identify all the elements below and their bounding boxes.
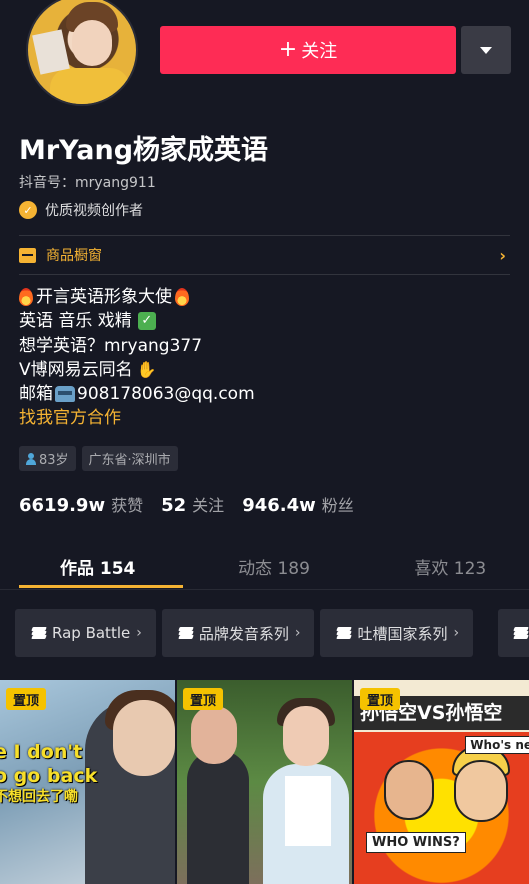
pinned-badge: 置顶: [183, 688, 224, 710]
plus-icon: +: [278, 37, 298, 62]
douyin-id: 抖音号：mryang911: [19, 175, 156, 191]
stack-icon: [31, 627, 47, 639]
nickname: MrYang杨家成英语: [19, 135, 269, 166]
playlist-chip-partial[interactable]: [498, 609, 529, 657]
playlist-label: Rap Battle: [52, 624, 131, 642]
divider: [19, 274, 510, 275]
followers-label[interactable]: 粉丝: [322, 492, 354, 516]
tab-works[interactable]: 作品 154: [19, 548, 184, 588]
follow-label: 关注: [301, 41, 338, 62]
location-tag: 广东省·深圳市: [81, 446, 178, 471]
shop-window-label: 商品橱窗: [46, 248, 102, 264]
shop-icon: [19, 247, 36, 263]
chevron-right-icon: ›: [499, 246, 506, 265]
follow-button[interactable]: + 关注: [160, 26, 456, 74]
speech-bubble: Who's ne: [465, 736, 529, 754]
video-thumbnail[interactable]: 置顶: [177, 680, 352, 884]
following-label[interactable]: 关注: [192, 492, 224, 516]
playlist-label: 吐槽国家系列: [357, 624, 448, 643]
person-icon: [26, 452, 36, 465]
check-circle-icon: ✓: [19, 201, 37, 219]
divider: [0, 589, 529, 590]
tab-likes[interactable]: 喜欢 123: [372, 548, 529, 588]
fire-icon: [175, 288, 189, 307]
content-tabs: 作品 154 动态 189 喜欢 123: [0, 548, 529, 588]
playlist-row: Rap Battle › 品牌发音系列 › 吐槽国家系列 ›: [15, 609, 479, 657]
shop-window-link[interactable]: 商品橱窗 ›: [19, 236, 510, 274]
bio-line: 开言英语形象大使: [36, 287, 172, 307]
stack-icon: [336, 627, 353, 639]
pinned-badge: 置顶: [360, 688, 401, 710]
bio-line: 邮箱: [19, 384, 53, 405]
likes-label: 获赞: [111, 496, 144, 515]
age-label: 83岁: [39, 453, 69, 468]
speech-bubble: WHO WINS?: [366, 832, 466, 853]
video-caption: e I don't o go back 不想回去了嘞: [0, 741, 98, 805]
avatar[interactable]: [26, 0, 138, 106]
video-thumbnail[interactable]: e I don't o go back 不想回去了嘞 置顶: [0, 680, 175, 884]
more-options-button[interactable]: [461, 26, 511, 74]
fire-icon: [19, 288, 33, 307]
video-thumbnail[interactable]: 孙悟空VS孙悟空 Who's ne WHO WINS? 置顶: [354, 680, 529, 884]
stack-icon: [513, 627, 529, 639]
profile-tags: 83岁 广东省·深圳市: [19, 446, 184, 471]
pinned-badge: 置顶: [6, 688, 47, 710]
playlist-chip[interactable]: Rap Battle ›: [15, 609, 156, 657]
chevron-right-icon: ›: [453, 625, 460, 641]
location-label: 广东省·深圳市: [88, 453, 171, 468]
video-grid: e I don't o go back 不想回去了嘞 置顶 置顶 孙悟空VS孙悟…: [0, 680, 529, 884]
bio-line: V博网易云同名: [19, 359, 133, 380]
creator-badge-label: 优质视频创作者: [45, 203, 143, 219]
stats: 6619.9w 获赞 52 关注 946.4w 粉丝: [19, 492, 372, 516]
bio-line: 想学英语？mryang377: [19, 335, 203, 356]
playlist-chip[interactable]: 品牌发音系列 ›: [161, 609, 315, 657]
caret-down-icon: [480, 46, 492, 54]
playlist-label: 品牌发音系列: [198, 624, 289, 643]
chevron-right-icon: ›: [294, 625, 301, 641]
bio-line: 英语 音乐 戏精: [19, 311, 132, 332]
check-mark-icon: ✓: [137, 312, 156, 331]
likes-count: 6619.9w: [19, 495, 106, 516]
mailbox-icon: [55, 386, 75, 403]
waving-hand-icon: ✋: [136, 359, 157, 379]
official-cooperation-link[interactable]: 找我官方合作: [19, 406, 121, 430]
chevron-right-icon: ›: [136, 625, 142, 641]
following-count[interactable]: 52: [161, 495, 186, 516]
stack-icon: [178, 627, 194, 639]
bio: 开言英语形象大使 英语 音乐 戏精 ✓ 想学英语？mryang377 V博网易云…: [19, 285, 255, 431]
age-tag: 83岁: [19, 446, 76, 471]
creator-badge: ✓ 优质视频创作者: [19, 200, 143, 220]
tab-moments[interactable]: 动态 189: [195, 548, 352, 588]
playlist-chip[interactable]: 吐槽国家系列 ›: [320, 609, 474, 657]
followers-count[interactable]: 946.4w: [242, 495, 316, 516]
bio-email: 908178063@qq.com: [77, 384, 255, 405]
